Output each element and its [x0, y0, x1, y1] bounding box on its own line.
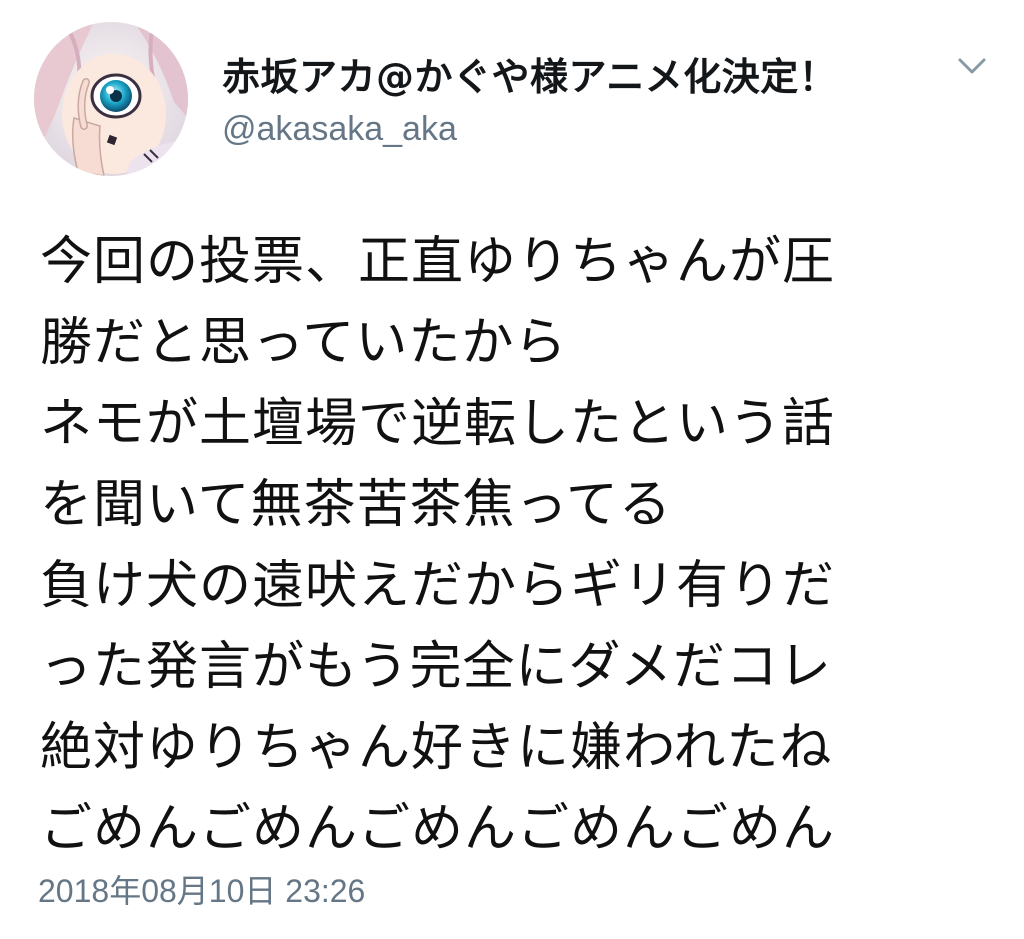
user-handle[interactable]: @akasaka_aka — [222, 110, 457, 149]
tweet-menu-button[interactable] — [952, 52, 992, 80]
tweet-text-line: 絶対ゆりちゃん好きに嫌われたね — [40, 718, 833, 778]
chevron-down-icon — [958, 58, 986, 74]
tweet-text: 今回の投票、正直ゆりちゃんが圧 勝だと思っていたから ネモが土壇場で逆転したとい… — [40, 222, 1000, 870]
tweet-text-line: った発言がもう完全にダメだコレ — [40, 637, 832, 697]
tweet-text-line: 今回の投票、正直ゆりちゃんが圧 — [40, 232, 836, 292]
tweet-text-line: を聞いて無茶苦茶焦ってる — [40, 475, 672, 535]
tweet-text-line: 負け犬の遠吠えだからギリ有りだ — [40, 556, 836, 616]
tweet-text-line: ごめんごめんごめんごめんごめん — [40, 799, 836, 859]
tweet-text-line: 勝だと思っていたから — [40, 313, 568, 373]
display-name[interactable]: 赤坂アカ@かぐや様アニメ化決定！ — [222, 46, 837, 101]
tweet-timestamp[interactable]: 2018年08月10日 23:26 — [38, 866, 365, 912]
avatar-illustration — [34, 22, 188, 176]
tweet-card: 赤坂アカ@かぐや様アニメ化決定！ @akasaka_aka 今回の投票、正直ゆり… — [0, 0, 1024, 939]
user-avatar[interactable] — [34, 22, 188, 176]
tweet-text-line: ネモが土壇場で逆転したという話 — [40, 394, 836, 454]
